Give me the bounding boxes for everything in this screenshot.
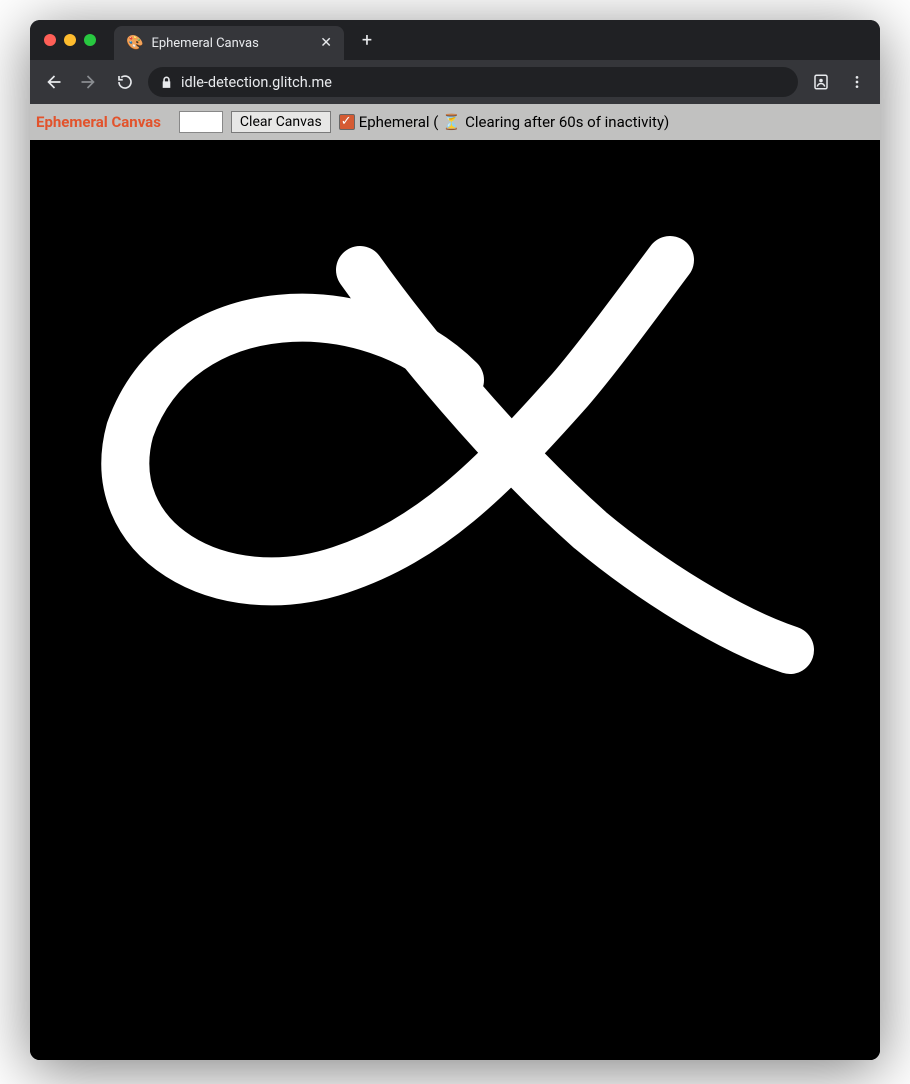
ephemeral-checkbox[interactable]: [339, 114, 355, 130]
back-button[interactable]: [40, 69, 66, 95]
drawing-canvas[interactable]: [30, 140, 880, 1060]
window-controls: [44, 34, 96, 46]
forward-button[interactable]: [76, 69, 102, 95]
arrow-right-icon: [80, 73, 98, 91]
tab-favicon-icon: 🎨: [126, 36, 143, 50]
color-picker[interactable]: [179, 111, 223, 133]
account-icon[interactable]: [808, 69, 834, 95]
hourglass-icon: ⏳: [442, 113, 461, 131]
address-text: idle-detection.glitch.me: [181, 74, 786, 91]
kebab-menu-icon[interactable]: [844, 69, 870, 95]
ephemeral-toggle[interactable]: Ephemeral ( ⏳ Clearing after 60s of inac…: [339, 113, 670, 131]
canvas-drawing: [30, 140, 880, 1060]
browser-toolbar: idle-detection.glitch.me: [30, 60, 880, 104]
address-bar[interactable]: idle-detection.glitch.me: [148, 67, 798, 97]
tab-title: Ephemeral Canvas: [151, 36, 312, 51]
arrow-left-icon: [44, 73, 62, 91]
ephemeral-label-status: Clearing after 60s of inactivity): [465, 113, 669, 131]
lock-icon: [160, 76, 173, 89]
page-content: Ephemeral Canvas Clear Canvas Ephemeral …: [30, 104, 880, 1060]
reload-button[interactable]: [112, 69, 138, 95]
clear-canvas-button[interactable]: Clear Canvas: [231, 111, 331, 133]
window-zoom-button[interactable]: [84, 34, 96, 46]
ephemeral-label-prefix: Ephemeral (: [359, 113, 439, 131]
app-title: Ephemeral Canvas: [36, 113, 161, 131]
window-minimize-button[interactable]: [64, 34, 76, 46]
browser-tab[interactable]: 🎨 Ephemeral Canvas ✕: [114, 26, 344, 60]
tab-strip: 🎨 Ephemeral Canvas ✕ +: [30, 20, 880, 60]
window-close-button[interactable]: [44, 34, 56, 46]
app-toolbar: Ephemeral Canvas Clear Canvas Ephemeral …: [30, 104, 880, 140]
reload-icon: [116, 73, 134, 91]
browser-window: 🎨 Ephemeral Canvas ✕ + idle-detection.gl…: [30, 20, 880, 1060]
tab-close-icon[interactable]: ✕: [320, 35, 332, 51]
new-tab-button[interactable]: +: [356, 29, 378, 51]
